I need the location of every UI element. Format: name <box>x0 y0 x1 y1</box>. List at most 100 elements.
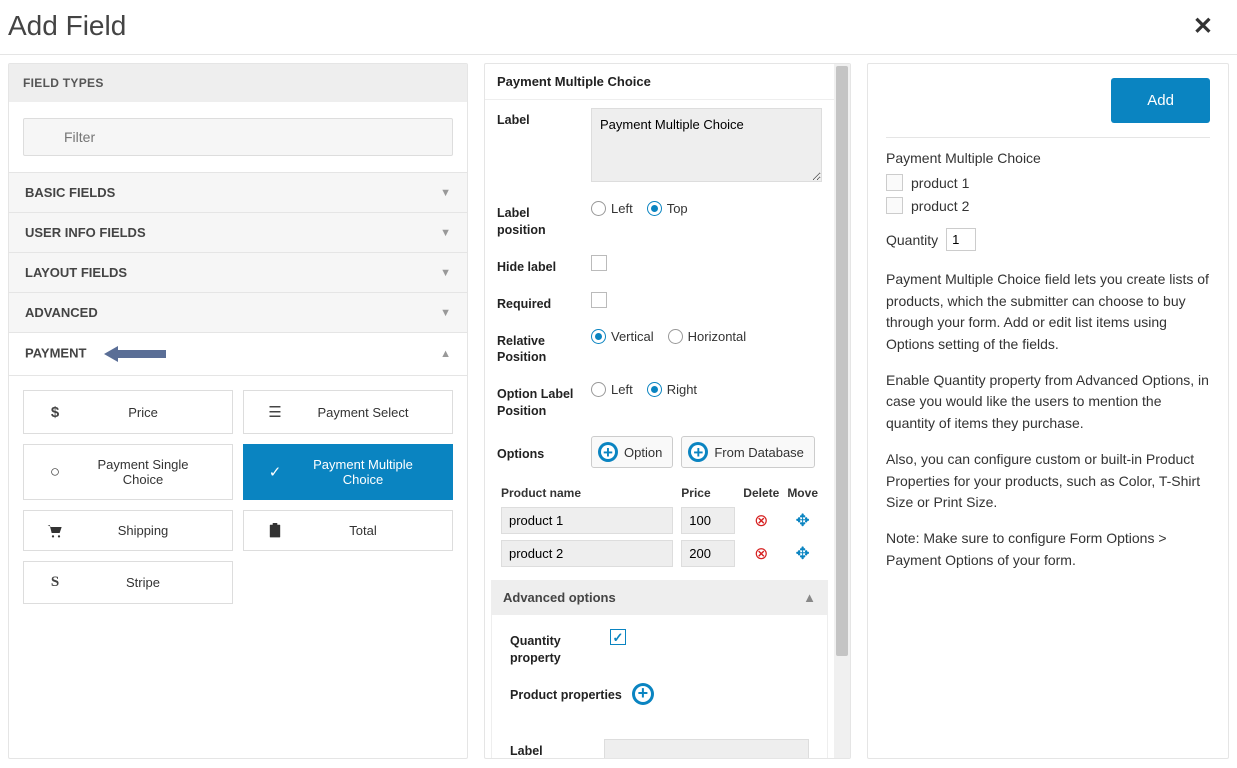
field-types-heading: FIELD TYPES <box>9 64 467 102</box>
delete-icon[interactable]: ⊗ <box>754 544 768 563</box>
list-icon: ☰ <box>264 403 286 421</box>
main-layout: FIELD TYPES BASIC FIELDS ▼ USER INFO FIE… <box>0 55 1237 767</box>
modal-header: Add Field ✕ <box>0 0 1237 55</box>
field-btn-label: Total <box>300 523 444 538</box>
prop-options: Options <box>497 442 581 463</box>
prop-label-width: Label width(px) <box>510 739 594 758</box>
product-name-input[interactable] <box>501 507 673 534</box>
check-icon: ✓ <box>264 463 286 481</box>
help-paragraph: Note: Make sure to configure Form Option… <box>886 528 1210 571</box>
help-paragraph: Enable Quantity property from Advanced O… <box>886 370 1210 435</box>
prop-required: Required <box>497 292 581 313</box>
field-btn-payment-select[interactable]: ☰ Payment Select <box>243 390 453 434</box>
chevron-up-icon: ▲ <box>440 348 451 360</box>
radio-vertical[interactable]: Vertical <box>591 329 654 344</box>
radio-opt-left[interactable]: Left <box>591 382 633 397</box>
advanced-title: Advanced options <box>503 590 616 605</box>
field-btn-label: Shipping <box>80 523 224 538</box>
close-icon[interactable]: ✕ <box>1189 12 1217 41</box>
required-checkbox[interactable] <box>591 292 607 308</box>
advanced-options-toggle[interactable]: Advanced options ▲ <box>491 580 828 615</box>
radio-opt-right[interactable]: Right <box>647 382 697 397</box>
prop-quantity: Quantity property <box>510 629 600 667</box>
th-delete: Delete <box>739 482 783 504</box>
field-btn-payment-multiple[interactable]: ✓ Payment Multiple Choice <box>243 444 453 500</box>
stripe-icon: S <box>44 574 66 591</box>
group-advanced[interactable]: ADVANCED ▼ <box>9 293 467 333</box>
add-option-button[interactable]: Option <box>591 436 673 468</box>
group-payment[interactable]: PAYMENT ▲ <box>9 333 467 376</box>
options-table: Product name Price Delete Move ⊗ ✥ <box>497 482 822 570</box>
help-text: Payment Multiple Choice field lets you c… <box>886 269 1210 585</box>
checkbox-icon[interactable] <box>886 174 903 191</box>
hide-label-checkbox[interactable] <box>591 255 607 271</box>
prop-relative-position: Relative Position <box>497 329 581 367</box>
prop-label-position: Label position <box>497 201 581 239</box>
field-btn-label: Payment Multiple Choice <box>300 457 444 487</box>
group-label: USER INFO FIELDS <box>25 225 146 240</box>
help-paragraph: Payment Multiple Choice field lets you c… <box>886 269 1210 356</box>
chevron-up-icon: ▲ <box>803 590 816 605</box>
group-label: BASIC FIELDS <box>25 185 115 200</box>
group-basic-fields[interactable]: BASIC FIELDS ▼ <box>9 173 467 213</box>
radio-label-left[interactable]: Left <box>591 201 633 216</box>
product-price-input[interactable] <box>681 540 735 567</box>
prop-option-label-position: Option Label Position <box>497 382 581 420</box>
preview-option[interactable]: product 1 <box>886 174 1210 191</box>
move-icon[interactable]: ✥ <box>796 511 810 530</box>
quantity-checkbox[interactable] <box>610 629 626 645</box>
quantity-input[interactable] <box>946 228 976 251</box>
chevron-down-icon: ▼ <box>440 307 451 319</box>
prop-label-label: Label <box>497 108 581 129</box>
from-database-button[interactable]: From Database <box>681 436 815 468</box>
preview-option-label: product 1 <box>911 175 969 191</box>
filter-input[interactable] <box>23 118 453 156</box>
field-btn-label: Stripe <box>80 575 224 590</box>
th-move: Move <box>783 482 822 504</box>
group-layout-fields[interactable]: LAYOUT FIELDS ▼ <box>9 253 467 293</box>
payment-fields-grid: $ Price ☰ Payment Select ○ Payment Singl… <box>9 376 467 618</box>
delete-icon[interactable]: ⊗ <box>754 511 768 530</box>
label-width-input[interactable] <box>604 739 809 758</box>
checkbox-icon[interactable] <box>886 197 903 214</box>
th-product-name: Product name <box>497 482 677 504</box>
clipboard-icon <box>264 523 286 538</box>
preview-option[interactable]: product 2 <box>886 197 1210 214</box>
label-textarea[interactable]: Payment Multiple Choice <box>591 108 822 182</box>
field-groups: BASIC FIELDS ▼ USER INFO FIELDS ▼ LAYOUT… <box>9 172 467 618</box>
preview-field-title: Payment Multiple Choice <box>886 150 1210 166</box>
radio-label-top[interactable]: Top <box>647 201 688 216</box>
arrow-callout-icon <box>104 345 166 363</box>
radio-horizontal[interactable]: Horizontal <box>668 329 747 344</box>
field-btn-total[interactable]: Total <box>243 510 453 551</box>
table-row: ⊗ ✥ <box>497 504 822 537</box>
group-user-info-fields[interactable]: USER INFO FIELDS ▼ <box>9 213 467 253</box>
chevron-down-icon: ▼ <box>440 267 451 279</box>
field-btn-shipping[interactable]: Shipping <box>23 510 233 551</box>
properties-title: Payment Multiple Choice <box>485 64 834 100</box>
product-name-input[interactable] <box>501 540 673 567</box>
add-product-property-button[interactable] <box>632 683 654 705</box>
table-row: ⊗ ✥ <box>497 537 822 570</box>
field-types-panel: FIELD TYPES BASIC FIELDS ▼ USER INFO FIE… <box>8 63 468 759</box>
field-btn-stripe[interactable]: S Stripe <box>23 561 233 604</box>
cart-icon <box>44 524 66 538</box>
page-title: Add Field <box>8 10 126 42</box>
field-btn-label: Price <box>80 405 224 420</box>
product-price-input[interactable] <box>681 507 735 534</box>
scrollbar[interactable] <box>834 64 850 758</box>
plus-icon <box>598 442 618 462</box>
chevron-down-icon: ▼ <box>440 187 451 199</box>
move-icon[interactable]: ✥ <box>796 544 810 563</box>
dollar-icon: $ <box>44 404 66 421</box>
field-btn-price[interactable]: $ Price <box>23 390 233 434</box>
preview-panel: Add Payment Multiple Choice product 1 pr… <box>867 63 1229 759</box>
group-label: PAYMENT <box>25 345 86 360</box>
help-paragraph: Also, you can configure custom or built-… <box>886 449 1210 514</box>
prop-product-properties: Product properties <box>510 683 622 704</box>
add-button[interactable]: Add <box>1111 78 1210 123</box>
properties-panel: Payment Multiple Choice Label Payment Mu… <box>484 63 851 759</box>
field-btn-payment-single[interactable]: ○ Payment Single Choice <box>23 444 233 500</box>
group-label: LAYOUT FIELDS <box>25 265 127 280</box>
th-price: Price <box>677 482 739 504</box>
